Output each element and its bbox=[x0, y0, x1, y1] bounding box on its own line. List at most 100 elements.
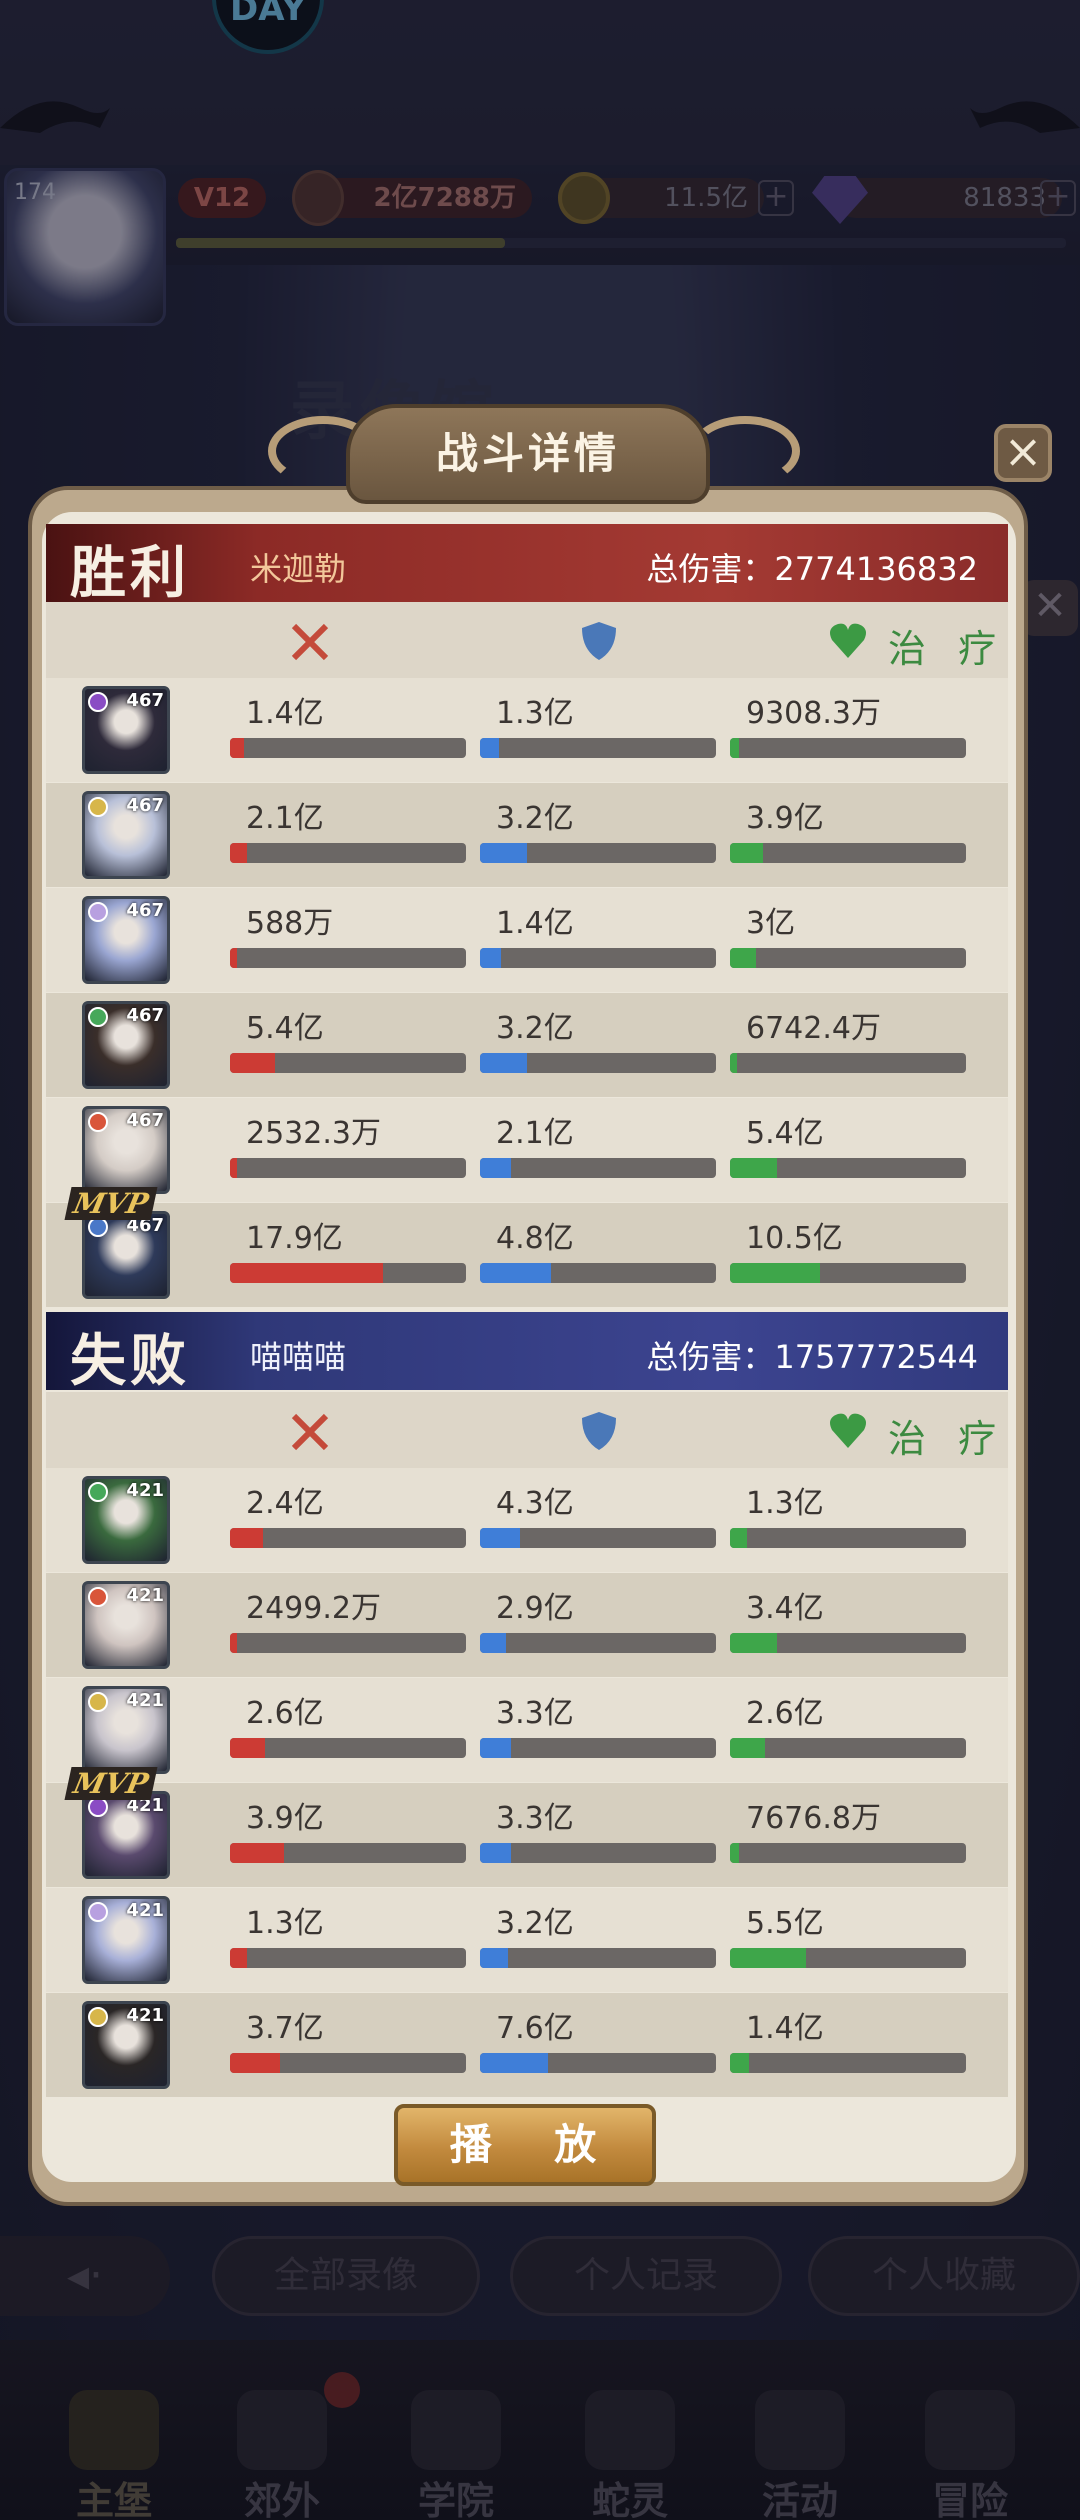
tank-value: 2.1亿 bbox=[496, 1116, 574, 1151]
element-icon bbox=[88, 797, 108, 817]
hero-portrait[interactable]: 421 bbox=[82, 1896, 170, 1984]
element-icon bbox=[88, 1692, 108, 1712]
damage-value: 5.4亿 bbox=[246, 1011, 324, 1046]
damage-value: 17.9亿 bbox=[246, 1221, 343, 1256]
damage-value: 3.7亿 bbox=[246, 2011, 324, 2046]
heal-bar-fill bbox=[730, 843, 764, 863]
element-icon bbox=[88, 2007, 108, 2027]
hero-level: 467 bbox=[126, 900, 164, 921]
hero-portrait[interactable]: 421 bbox=[82, 1686, 170, 1774]
heal-bar-fill bbox=[730, 1053, 738, 1073]
close-icon: × bbox=[1003, 424, 1043, 478]
damage-bar bbox=[230, 948, 466, 968]
heal-value: 3.9亿 bbox=[746, 801, 824, 836]
heal-value: 3亿 bbox=[746, 906, 796, 941]
damage-bar bbox=[230, 1633, 466, 1653]
element-icon bbox=[88, 1007, 108, 1027]
heal-value: 5.4亿 bbox=[746, 1116, 824, 1151]
winner-team-header: 胜利 米迦勒 总伤害：2774136832 bbox=[46, 524, 1008, 606]
hero-portrait[interactable]: 467 bbox=[82, 1106, 170, 1194]
damage-bar-fill bbox=[230, 843, 247, 863]
damage-bar-fill bbox=[230, 1263, 384, 1283]
element-icon bbox=[88, 1797, 108, 1817]
hero-level: 421 bbox=[126, 1900, 164, 1921]
heal-bar bbox=[730, 1948, 966, 1968]
element-icon bbox=[88, 1902, 108, 1922]
damage-bar bbox=[230, 1263, 466, 1283]
heal-bar-fill bbox=[730, 1843, 740, 1863]
heal-bar bbox=[730, 1263, 966, 1283]
tank-value: 1.3亿 bbox=[496, 696, 574, 731]
damage-bar bbox=[230, 738, 466, 758]
damage-value: 3.9亿 bbox=[246, 1801, 324, 1836]
hero-portrait[interactable]: 467 bbox=[82, 686, 170, 774]
heal-bar-fill bbox=[730, 948, 756, 968]
heal-bar-fill bbox=[730, 2053, 749, 2073]
heal-column-label: 治 疗 bbox=[888, 627, 1007, 671]
heart-icon bbox=[830, 623, 866, 658]
close-button[interactable]: × bbox=[994, 424, 1052, 482]
hero-row: 467 2.1亿 3.2亿 3.9亿 bbox=[46, 783, 1008, 887]
heal-bar bbox=[730, 843, 966, 863]
tank-bar-fill bbox=[480, 1633, 506, 1653]
winner-total-damage: 总伤害：2774136832 bbox=[646, 550, 978, 588]
tank-bar bbox=[480, 1738, 716, 1758]
heal-value: 10.5亿 bbox=[746, 1221, 843, 1256]
tank-bar bbox=[480, 738, 716, 758]
damage-bar-fill bbox=[230, 1158, 238, 1178]
hero-level: 421 bbox=[126, 1585, 164, 1606]
hero-portrait[interactable]: 467 bbox=[82, 896, 170, 984]
heal-value: 7676.8万 bbox=[746, 1801, 881, 1836]
hero-row: 421 1.3亿 3.2亿 5.5亿 bbox=[46, 1888, 1008, 1992]
heal-value: 9308.3万 bbox=[746, 696, 881, 731]
damage-value: 2499.2万 bbox=[246, 1591, 381, 1626]
victory-label: 胜利 bbox=[70, 540, 190, 606]
hero-portrait[interactable]: 421 bbox=[82, 1581, 170, 1669]
heal-bar bbox=[730, 1158, 966, 1178]
hero-portrait[interactable]: 467 bbox=[82, 1001, 170, 1089]
tank-bar bbox=[480, 1843, 716, 1863]
damage-icon bbox=[291, 1413, 329, 1451]
damage-bar-fill bbox=[230, 1948, 247, 1968]
hero-row: 421 2499.2万 2.9亿 3.4亿 bbox=[46, 1573, 1008, 1677]
element-icon bbox=[88, 1217, 108, 1237]
tank-bar bbox=[480, 843, 716, 863]
tank-bar bbox=[480, 1633, 716, 1653]
heal-bar-fill bbox=[730, 1528, 747, 1548]
tank-value: 7.6亿 bbox=[496, 2011, 574, 2046]
damage-bar-fill bbox=[230, 948, 238, 968]
hero-portrait[interactable]: 421 bbox=[82, 1476, 170, 1564]
hero-portrait[interactable]: 467 bbox=[82, 791, 170, 879]
heal-bar-fill bbox=[730, 1633, 778, 1653]
mvp-badge: MVP bbox=[64, 1187, 158, 1220]
damage-value: 2.4亿 bbox=[246, 1486, 324, 1521]
winner-player-name: 米迦勒 bbox=[250, 550, 347, 588]
damage-bar bbox=[230, 1948, 466, 1968]
hero-row: 467 1.4亿 1.3亿 9308.3万 bbox=[46, 678, 1008, 782]
hero-level: 467 bbox=[126, 1110, 164, 1131]
tank-bar-fill bbox=[480, 1948, 509, 1968]
hero-level: 421 bbox=[126, 1480, 164, 1501]
heart-icon bbox=[830, 1413, 866, 1448]
heal-value: 5.5亿 bbox=[746, 1906, 824, 1941]
tank-value: 3.2亿 bbox=[496, 1011, 574, 1046]
heal-value: 3.4亿 bbox=[746, 1591, 824, 1626]
dialog-title: 战斗详情 bbox=[435, 429, 620, 478]
tank-bar-fill bbox=[480, 1843, 511, 1863]
heal-bar-fill bbox=[730, 738, 740, 758]
hero-portrait[interactable]: 421 bbox=[82, 2001, 170, 2089]
play-replay-button[interactable]: 播 放 bbox=[394, 2104, 656, 2186]
tank-bar bbox=[480, 1528, 716, 1548]
tank-bar-fill bbox=[480, 1528, 521, 1548]
loser-total-damage: 总伤害：1757772544 bbox=[646, 1338, 978, 1376]
damage-bar bbox=[230, 1158, 466, 1178]
heal-bar bbox=[730, 1633, 966, 1653]
tank-value: 4.3亿 bbox=[496, 1486, 574, 1521]
shield-icon bbox=[582, 1412, 616, 1450]
hero-portrait[interactable]: 467 bbox=[82, 1211, 170, 1299]
heal-column-label: 治 疗 bbox=[888, 1417, 1007, 1461]
element-icon bbox=[88, 1482, 108, 1502]
damage-bar bbox=[230, 1843, 466, 1863]
damage-bar-fill bbox=[230, 1528, 264, 1548]
hero-portrait[interactable]: 421 bbox=[82, 1791, 170, 1879]
